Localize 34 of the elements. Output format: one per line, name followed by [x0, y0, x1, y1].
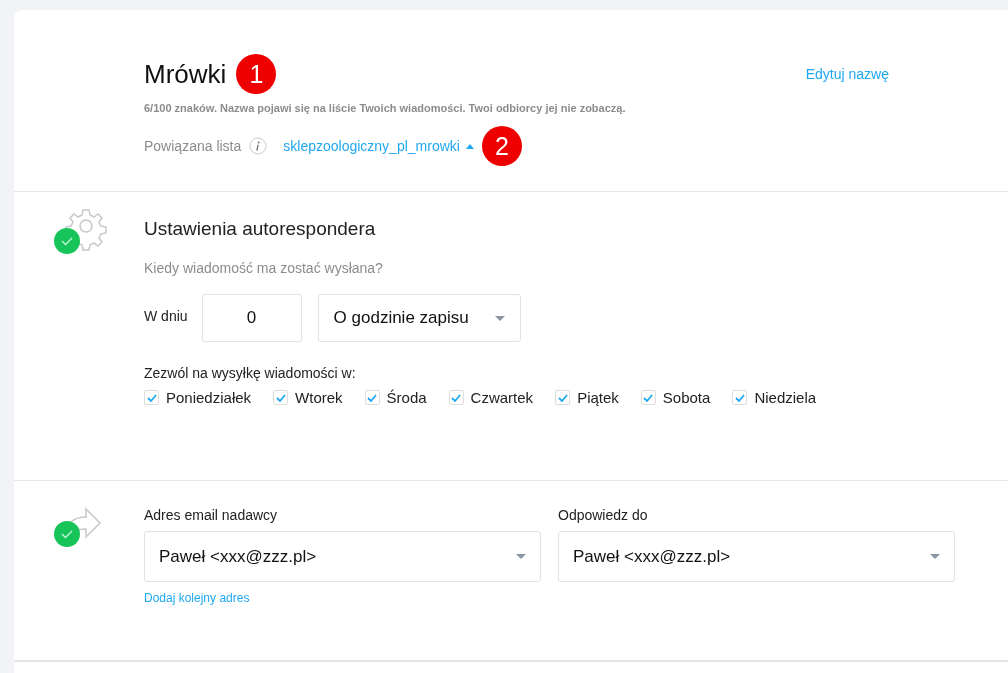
caret-icon	[930, 554, 940, 559]
check-icon	[367, 393, 378, 402]
send-time-question: Kiedy wiadomość ma zostać wysłana?	[144, 260, 384, 276]
reply-to-label: Odpowiedz do	[558, 507, 649, 523]
sender-dropdown[interactable]: Paweł <xxx@zzz.pl>	[144, 531, 541, 582]
time-dropdown[interactable]: O godzinie zapisu	[317, 294, 521, 342]
caret-icon	[465, 143, 474, 149]
day-checkbox[interactable]: Piątek	[555, 389, 619, 406]
day-checkbox[interactable]: Sobota	[640, 389, 711, 406]
day-checkbox[interactable]: Środa	[364, 389, 427, 406]
section-title: Ustawienia autorespondera	[144, 218, 377, 240]
check-icon	[643, 393, 654, 402]
day-checkbox[interactable]: Niedziela	[732, 389, 817, 406]
day-checkbox[interactable]: Poniedziałek	[144, 389, 252, 406]
check-icon	[557, 393, 568, 402]
check-icon	[734, 393, 745, 402]
allowed-days-label: Zezwól na wysyłkę wiadomości w:	[144, 365, 357, 381]
check-icon	[146, 393, 157, 402]
day-checkbox[interactable]: Wtorek	[273, 389, 343, 406]
day-input[interactable]: 0	[201, 294, 302, 342]
day-checkbox[interactable]: Czwartek	[448, 389, 534, 406]
info-icon[interactable]	[249, 137, 268, 155]
day-label: W dniu	[144, 308, 188, 324]
list-label: Powiązana lista	[144, 138, 242, 154]
reply-to-dropdown[interactable]: Paweł <xxx@zzz.pl>	[558, 531, 955, 582]
message-title: Mrówki	[144, 58, 227, 90]
callout-badge: 2	[481, 126, 522, 166]
callout-badge: 1	[236, 54, 277, 94]
caret-icon	[516, 554, 526, 559]
name-hint: 6/100 znaków. Nazwa pojawi się na liście Twoich wiadomości. Twoi odbiorcy jej nie zobaczą.	[144, 102, 627, 114]
check-icon	[275, 393, 286, 402]
caret-icon	[494, 315, 505, 321]
check-icon	[451, 393, 462, 402]
sender-label: Adres email nadawcy	[144, 507, 279, 523]
